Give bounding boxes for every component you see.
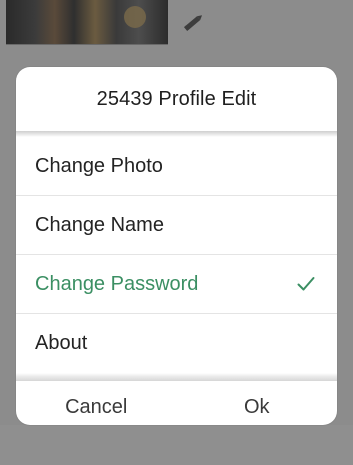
checkmark-icon: [297, 277, 315, 291]
dialog-title: 25439 Profile Edit: [96, 87, 257, 110]
option-change-password[interactable]: Change Password: [16, 255, 337, 314]
background-strip: [0, 425, 353, 465]
ok-button[interactable]: Ok: [177, 381, 338, 425]
option-change-photo[interactable]: Change Photo: [16, 137, 337, 196]
profile-photo-thumbnail: [6, 0, 168, 45]
option-label: Change Password: [35, 272, 199, 295]
profile-edit-dialog: 25439 Profile Edit Change Photo Change N…: [16, 67, 337, 425]
option-label: About: [35, 332, 88, 354]
pencil-icon: [183, 15, 203, 31]
option-label: Change Name: [35, 213, 164, 236]
options-list: Change Photo Change Name Change Password…: [16, 137, 337, 373]
option-change-name[interactable]: Change Name: [16, 196, 337, 255]
cancel-button[interactable]: Cancel: [16, 381, 177, 425]
option-about[interactable]: About: [16, 314, 337, 373]
option-label: Change Photo: [35, 154, 163, 177]
dialog-footer: Cancel Ok: [16, 381, 337, 425]
footer-divider: [16, 373, 337, 381]
